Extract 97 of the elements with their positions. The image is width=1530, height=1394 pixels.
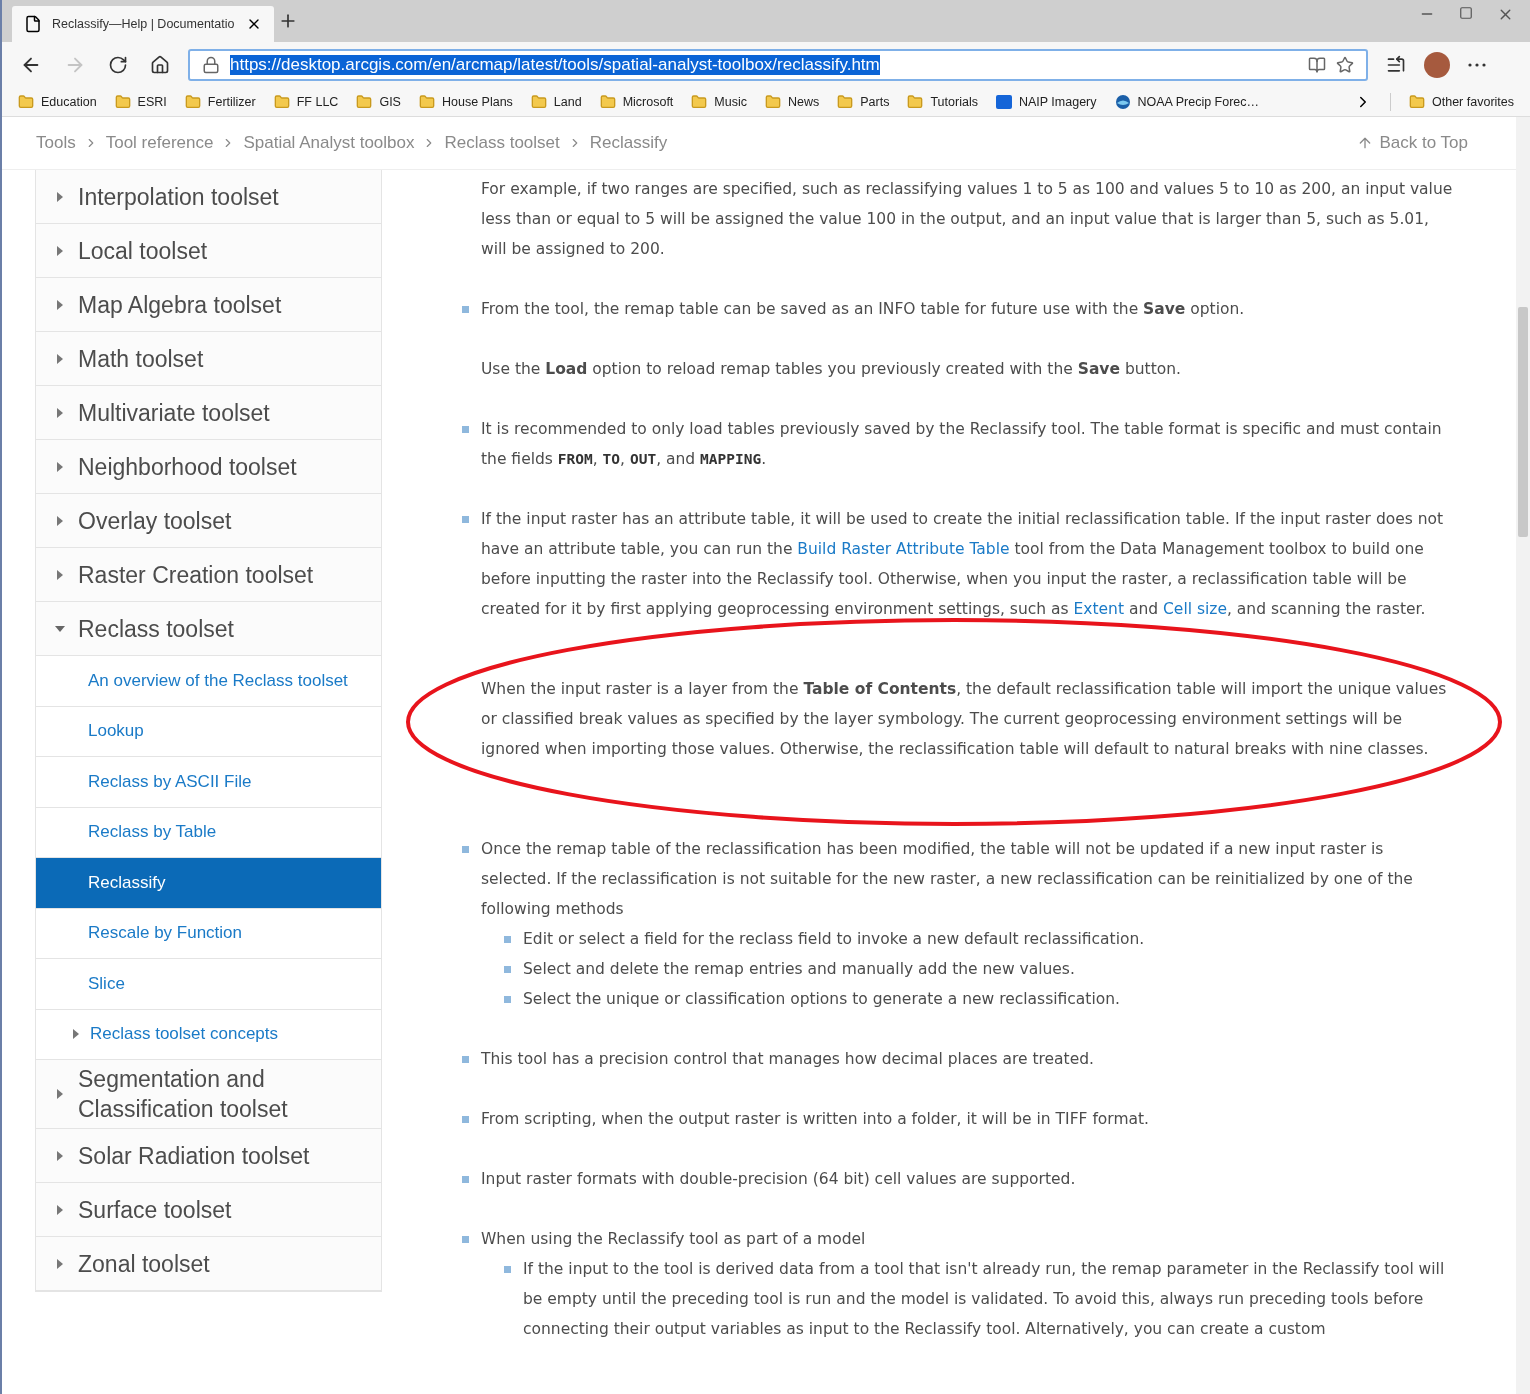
bookmark[interactable]: NAIP Imagery xyxy=(995,95,1097,109)
bookmark[interactable]: Education xyxy=(18,94,97,110)
bullet-icon xyxy=(462,1056,469,1063)
more-icon xyxy=(1468,63,1486,67)
bullet-icon xyxy=(462,846,469,853)
bullet-icon xyxy=(504,936,511,943)
sidebar-subitem[interactable]: Reclass by Table xyxy=(36,807,381,858)
sidebar-item[interactable]: Surface toolset xyxy=(36,1183,381,1237)
folder-icon xyxy=(1409,94,1425,110)
bullet-icon xyxy=(462,516,469,523)
maximize-icon[interactable] xyxy=(1459,6,1473,20)
sidebar-subitem[interactable]: Slice xyxy=(36,959,381,1010)
sidebar-item[interactable]: Interpolation toolset xyxy=(36,170,381,224)
reader-icon[interactable] xyxy=(1308,56,1326,74)
sidebar-item[interactable]: Raster Creation toolset xyxy=(36,548,381,602)
site-icon xyxy=(995,95,1012,109)
address-field[interactable]: https://desktop.arcgis.com/en/arcmap/latest/tools/spatial-analyst-toolbox/reclassify.htm xyxy=(188,49,1368,81)
text-link[interactable]: Build Raster Attribute Table xyxy=(797,540,1010,558)
sidebar-item[interactable]: Math toolset xyxy=(36,332,381,386)
sidebar-subitem[interactable]: Rescale by Function xyxy=(36,908,381,959)
paragraph-text: Select the unique or classification options to generate a new reclassification. xyxy=(523,989,1120,1010)
sidebar-item[interactable]: Overlay toolset xyxy=(36,494,381,548)
paragraph-text: If the input to the tool is derived data from a tool that isn't already run, the remap parameter in the Reclassify tool will be empty until the preceding tool is run and the model is validated. To avoid this, always run preceding tools before connecting their output variables as input to the Reclassify tool. Alternatively, you can create a custom xyxy=(523,1259,1446,1340)
star-icon[interactable] xyxy=(1336,56,1354,74)
bookmark[interactable]: Fertilizer xyxy=(184,94,256,110)
sidebar-item[interactable]: Solar Radiation toolset xyxy=(36,1129,381,1183)
paragraph-text: From scripting, when the output raster is written into a folder, it will be in TIFF format. xyxy=(481,1109,1150,1130)
text-link[interactable]: Cell size xyxy=(1163,600,1227,618)
folder-icon xyxy=(184,94,201,110)
folder-icon xyxy=(114,94,131,110)
globe-icon xyxy=(1114,94,1131,110)
paragraph-text: It is recommended to only load tables previously saved by the Reclassify tool. The table format is specific and must contain the fields FROM, TO, OUT, and MAPPING. xyxy=(481,419,1443,470)
sidebar-item[interactable]: Segmentation and Classification toolset xyxy=(36,1060,381,1129)
paragraph-text: Edit or select a field for the reclass field to invoke a new default reclassification. xyxy=(523,929,1145,950)
bookmark[interactable]: Land xyxy=(530,94,582,110)
sidebar-subitem[interactable]: An overview of the Reclass toolset xyxy=(36,656,381,707)
sidebar-item[interactable]: Multivariate toolset xyxy=(36,386,381,440)
folder-icon xyxy=(599,94,616,110)
avatar[interactable] xyxy=(1424,52,1450,78)
bullet-icon xyxy=(462,1176,469,1183)
bullet-icon xyxy=(504,996,511,1003)
paragraph-text: Use the Load option to reload remap tables you previously created with the Save button. xyxy=(481,359,1181,380)
breadcrumb-link[interactable]: Reclassify xyxy=(589,133,668,153)
breadcrumb-link[interactable]: Tools xyxy=(36,133,76,153)
bookmark[interactable]: House Plans xyxy=(418,94,513,110)
bookmark[interactable]: Tutorials xyxy=(907,94,978,110)
folder-icon xyxy=(273,94,290,110)
folder-icon xyxy=(356,94,373,110)
folder-icon xyxy=(418,94,435,110)
bookmark[interactable]: NOAA Precip Forec… xyxy=(1114,94,1260,110)
bookmark[interactable]: Microsoft xyxy=(599,94,674,110)
sidebar-item[interactable]: Local toolset xyxy=(36,224,381,278)
paragraph-text: Input raster formats with double-precision (64 bit) cell values are supported. xyxy=(481,1169,1076,1190)
folder-icon xyxy=(765,94,781,110)
sidebar-item[interactable]: Neighborhood toolset xyxy=(36,440,381,494)
paragraph-text: When using the Reclassify tool as part of a model xyxy=(481,1229,866,1250)
sidebar-item[interactable]: Map Algebra toolset xyxy=(36,278,381,332)
bullet-icon xyxy=(504,966,511,973)
folder-icon xyxy=(907,94,924,110)
folder-icon xyxy=(530,94,547,110)
bookmark[interactable]: ESRI xyxy=(114,94,167,110)
breadcrumb-link[interactable]: Reclass toolset xyxy=(444,133,560,153)
folder-icon xyxy=(18,94,34,110)
browser-tab[interactable]: Reclassify—Help | Documentatio xyxy=(12,6,274,42)
paragraph-text: From the tool, the remap table can be saved as an INFO table for future use with the Save option. xyxy=(481,299,1245,320)
bookmark[interactable]: FF LLC xyxy=(273,94,339,110)
bullet-icon xyxy=(462,426,469,433)
paragraph-text: Once the remap table of the reclassification has been modified, the table will not be updated if a new input raster is selected. If the reclassification is not suitable for the new raster, a new reclassification can be reinitialized by one of the following methods xyxy=(481,839,1414,920)
sidebar-item[interactable]: Zonal toolset xyxy=(36,1237,381,1291)
bookmark[interactable]: News xyxy=(765,94,820,110)
paragraph-text: This tool has a precision control that manages how decimal places are treated. xyxy=(481,1049,1094,1070)
scrollbar[interactable] xyxy=(1516,117,1530,1394)
sidebar-subitem[interactable]: Reclassify xyxy=(36,858,381,909)
bullet-icon xyxy=(462,1236,469,1243)
paragraph-text: If the input raster has an attribute table, it will be used to create the initial reclassification table. If the input raster does not have an attribute table, you can run the Build Raster Attribute Table tool from the Data Management toolbox to build one before inputting the raster into the Reclassify tool. Otherwise, when you input the raster, a reclassification table will be created for it by first applying geoprocessing environment settings, such as Extent and Cell size, and scanning the raster. xyxy=(481,509,1445,620)
bookmark[interactable]: Parts xyxy=(837,94,890,110)
sidebar-subitem[interactable]: Reclass toolset concepts xyxy=(36,1009,381,1060)
home-icon xyxy=(150,55,170,75)
lock-icon xyxy=(202,56,220,74)
bullet-icon xyxy=(462,306,469,313)
paragraph-text: When the input raster is a layer from the Table of Contents, the default reclassification table will import the unique values or classified break values as specified by the layer symbology. The current geoprocessing environment settings will be ignored when importing those values. Otherwise, the reclassification table will default to natural breaks with nine classes. xyxy=(481,679,1448,760)
sidebar-subitem[interactable]: Lookup xyxy=(36,706,381,757)
breadcrumb-link[interactable]: Tool reference xyxy=(105,133,214,153)
paragraph-text: Select and delete the remap entries and manually add the new values. xyxy=(523,959,1075,980)
folder-icon xyxy=(837,94,854,110)
bookmark[interactable]: GIS xyxy=(356,94,401,110)
folder-icon xyxy=(691,94,708,110)
text-link[interactable]: Extent xyxy=(1073,600,1124,618)
favorites-icon xyxy=(1386,55,1406,75)
bookmark[interactable]: Music xyxy=(691,94,747,110)
bullet-icon xyxy=(504,1266,511,1273)
bullet-icon xyxy=(462,1116,469,1123)
sidebar-subitem[interactable]: Reclass by ASCII File xyxy=(36,757,381,808)
page-icon xyxy=(24,15,42,33)
bookmark[interactable]: Other favorites xyxy=(1409,94,1514,110)
refresh-icon xyxy=(108,55,128,75)
paragraph-text: For example, if two ranges are specified, such as reclassifying values 1 to 5 as 100 and values 5 to 10 as 200, an input value less than or equal to 5 will be assigned the value 100 in the output, and an input value that is larger than 5, such as 5.01, will be assigned to 200. xyxy=(481,179,1454,260)
